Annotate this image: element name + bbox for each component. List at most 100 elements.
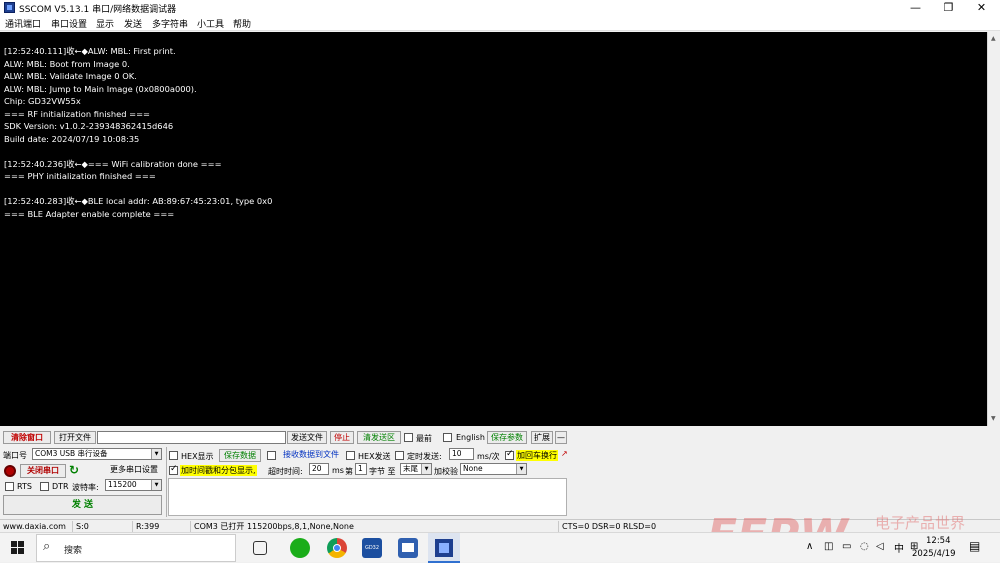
taskbar-search-box[interactable]: ⌕ 搜索 [36,534,236,562]
status-bar: www.daxia.com S:0 R:399 COM3 已打开 115200b… [0,519,1000,532]
expand-button[interactable]: 扩展 [531,431,553,444]
timestamp-label: 加时间戳和分包显示, [180,465,257,476]
refresh-icon[interactable]: ↻ [69,463,79,477]
close-button[interactable]: ✕ [966,0,997,16]
chrome-icon[interactable] [327,538,347,558]
english-checkbox[interactable] [443,433,452,442]
task-view-icon[interactable] [253,541,267,555]
battery-icon[interactable]: ▭ [842,541,851,552]
clock-time[interactable]: 12:54 [926,536,951,546]
file-path-input[interactable] [97,431,286,444]
close-port-button[interactable]: 关闭串口 [20,464,66,478]
scroll-down-icon[interactable]: ▼ [991,415,996,422]
send-text-area[interactable] [168,478,567,516]
timeout-label: 超时时间: [268,467,303,476]
port-select[interactable]: COM3 USB 串行设备 [32,448,162,460]
byte-label: 字节 至 [369,467,396,476]
menu-item-multi-string[interactable]: 多字符串 [152,17,188,30]
tray-app-icon[interactable]: ◫ [824,541,833,552]
baud-select[interactable]: 115200 [105,479,162,491]
port-label: 端口号 [3,451,27,460]
terminal-line: Build date: 2024/07/19 10:08:35 [4,133,140,144]
menu-item-send[interactable]: 发送 [124,17,142,30]
open-file-button[interactable]: 打开文件 [54,431,96,444]
hex-send-label: HEX发送 [358,452,391,461]
terminal-line: SDK Version: v1.0.2-239348362415d646 [4,121,174,131]
send-button[interactable]: 发 送 [3,495,162,515]
byte-index-input[interactable]: 1 [355,463,367,475]
notification-icon[interactable]: ▤ [969,539,980,553]
byte-prefix-label: 第 [345,467,353,476]
hex-display-checkbox[interactable] [169,451,178,460]
terminal-scrollbar[interactable]: ▲ ▼ [987,32,1000,426]
wechat-icon[interactable] [290,538,310,558]
interval-input[interactable]: 10 [449,448,474,460]
dtr-checkbox[interactable] [40,482,49,491]
hex-send-checkbox[interactable] [346,451,355,460]
save-data-button[interactable]: 保存数据 [219,449,261,462]
terminal-line: === BLE Adapter enable complete === [4,208,175,219]
sent-count: S:0 [72,521,132,532]
checksum-label: 加校验 [434,467,458,476]
port-status-icon [4,465,16,477]
gd32-app-icon[interactable]: GD32 [362,538,382,558]
menu-bar: 通讯端口 串口设置 显示 发送 多字符串 小工具 帮助 [0,16,1000,31]
terminal-line: [12:52:40.236]收←◆=== WiFi calibration do… [4,158,222,169]
timed-send-label: 定时发送: [407,452,442,461]
recv-to-file-button[interactable]: 接收数据到文件 [279,449,343,462]
send-file-button[interactable]: 发送文件 [287,431,327,444]
interval-unit-label: ms/次 [477,452,500,461]
terminal-line: ALW: MBL: Validate Image 0 OK. [4,71,137,81]
received-count: R:399 [132,521,190,532]
menu-item-serial-settings[interactable]: 串口设置 [51,17,87,30]
clock-date[interactable]: 2025/4/19 [912,549,956,559]
menu-item-port[interactable]: 通讯端口 [5,17,41,30]
dtr-label: DTR [52,482,69,491]
byte-end-select[interactable]: 末尾 [400,463,432,475]
baud-label: 波特率: [72,483,99,492]
app-window-icon[interactable] [398,538,418,558]
timed-send-checkbox[interactable] [395,451,404,460]
timeout-unit-label: ms [332,466,344,475]
save-params-button[interactable]: 保存参数 [487,431,527,444]
minimize-button[interactable]: — [900,0,931,16]
collapse-button[interactable]: — [555,431,567,444]
stop-button[interactable]: 停止 [330,431,354,444]
menu-item-help[interactable]: 帮助 [233,17,251,30]
menu-item-display[interactable]: 显示 [96,17,114,30]
terminal-line: Chip: GD32VW55x [4,96,81,106]
clear-send-button[interactable]: 清发送区 [357,431,401,444]
network-icon[interactable]: ◌ [860,541,869,552]
ime-indicator[interactable]: 中 [894,540,904,555]
line-status-text: CTS=0 DSR=0 RLSD=0 [558,521,708,532]
windows-start-icon[interactable] [11,541,25,555]
add-crlf-checkbox[interactable] [505,449,514,460]
rts-checkbox[interactable] [5,482,14,491]
terminal-line: ALW: MBL: Boot from Image 0. [4,58,130,69]
clear-window-button[interactable]: 清除窗口 [3,431,51,444]
search-icon: ⌕ [43,539,51,554]
sscom-icon [435,539,453,557]
maximize-button[interactable]: ❐ [933,0,964,16]
topmost-label: 最前 [416,434,432,443]
more-serial-settings-button[interactable]: 更多串口设置 [106,464,162,477]
rts-label: RTS [17,482,32,491]
topmost-checkbox[interactable] [404,433,413,442]
pin-icon[interactable]: ↗ [561,449,568,458]
menu-item-tools[interactable]: 小工具 [197,17,224,30]
sscom-taskbar-button[interactable] [428,533,460,563]
port-status-text: COM3 已打开 115200bps,8,1,None,None [190,521,558,532]
show-hidden-icons-icon[interactable]: ∧ [806,541,813,552]
receive-terminal[interactable]: [12:52:40.111]收←◆ALW: MBL: First print. A… [0,32,987,426]
window-title: SSCOM V5.13.1 串口/网络数据调试器 [19,5,177,15]
volume-icon[interactable]: ◁ [876,541,884,552]
timestamp-checkbox[interactable] [169,464,178,475]
recv-to-file-checkbox[interactable] [267,451,276,460]
website-link[interactable]: www.daxia.com [0,521,72,532]
scroll-up-icon[interactable]: ▲ [991,35,996,42]
timeout-input[interactable]: 20 [309,463,329,475]
checksum-select[interactable]: None [460,463,527,475]
terminal-line: === RF initialization finished === [4,108,150,119]
terminal-line: [12:52:40.283]收←◆BLE local addr: AB:89:6… [4,196,273,206]
